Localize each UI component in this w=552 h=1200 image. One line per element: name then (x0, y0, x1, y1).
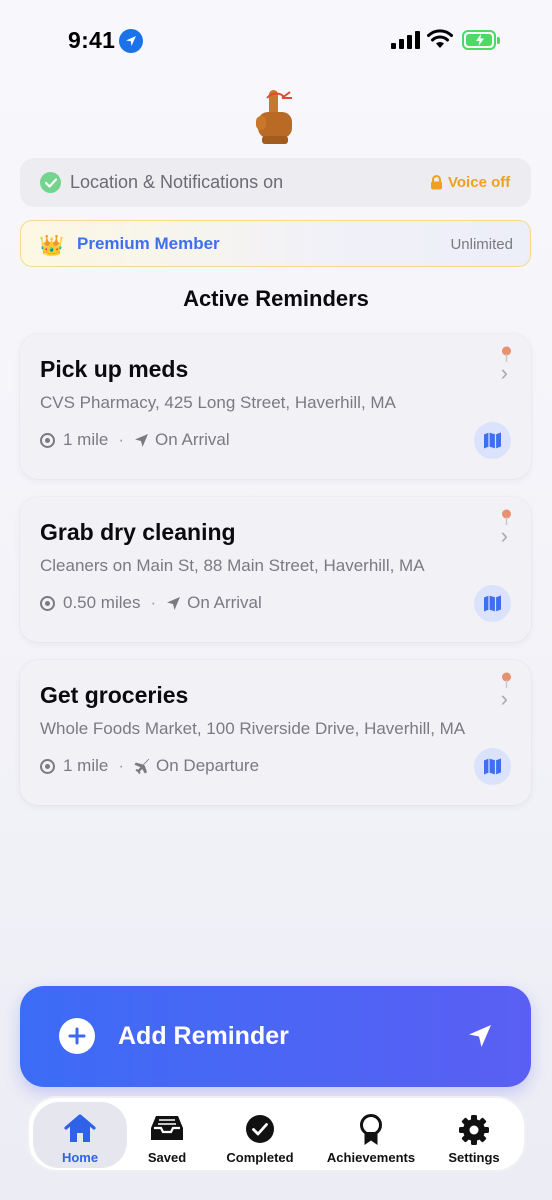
tab-home[interactable]: Home (33, 1102, 127, 1168)
check-circle-icon (40, 172, 61, 193)
add-reminder-label: Add Reminder (118, 1022, 289, 1050)
map-icon (484, 758, 501, 775)
plus-icon (59, 1018, 95, 1054)
reminder-card[interactable]: Pick up meds CVS Pharmacy, 425 Long Stre… (20, 334, 531, 479)
reminder-card[interactable]: Get groceries Whole Foods Market, 100 Ri… (20, 660, 531, 805)
crossed-finger-with-string-icon (256, 90, 292, 144)
separator-dot: · (118, 430, 125, 449)
open-map-button[interactable] (474, 748, 511, 785)
reminder-distance: 0.50 miles (63, 593, 141, 612)
gear-icon (459, 1115, 489, 1145)
reminder-trigger: On Departure (156, 756, 260, 775)
reminder-trigger: On Arrival (187, 593, 262, 612)
tab-completed[interactable]: Completed (215, 1102, 305, 1168)
permissions-status-text: Location & Notifications on (70, 172, 284, 192)
reminder-address: Cleaners on Main St, 88 Main Street, Hav… (40, 556, 425, 575)
lock-icon (431, 175, 442, 190)
tab-label: Saved (147, 1150, 187, 1165)
arrival-arrow-icon (135, 433, 149, 447)
tab-label: Home (61, 1150, 99, 1165)
reminder-meta: 1 mile · On Arrival (40, 430, 230, 450)
reminder-title: Pick up meds (40, 356, 189, 382)
radius-icon (40, 758, 55, 774)
map-icon (484, 432, 501, 449)
plan-badge: Unlimited (450, 236, 513, 253)
home-icon (64, 1114, 96, 1142)
reminder-meta: 1 mile · On Departure (40, 756, 259, 776)
location-arrow-icon (119, 29, 143, 53)
reminder-meta: 0.50 miles · On Arrival (40, 593, 262, 613)
chevron-right-icon[interactable]: › (501, 686, 508, 712)
premium-member-card[interactable]: 👑 Premium Member Unlimited (20, 220, 531, 267)
open-map-button[interactable] (474, 422, 511, 459)
reminder-trigger: On Arrival (155, 430, 230, 449)
permissions-status-card: Location & Notifications on Voice off (20, 158, 531, 207)
map-icon (484, 595, 501, 612)
checkmark-circle-icon (246, 1115, 274, 1143)
cellular-signal-icon (391, 31, 420, 49)
section-title: Active Reminders (183, 286, 369, 311)
wifi-icon (427, 29, 453, 48)
chevron-right-icon[interactable]: › (501, 360, 508, 386)
tab-label: Achievements (326, 1150, 416, 1165)
status-time: 9:41 (68, 27, 116, 53)
tray-icon (151, 1116, 183, 1140)
reminder-distance: 1 mile (63, 430, 109, 449)
add-reminder-button[interactable]: Add Reminder (20, 986, 531, 1087)
reminder-address: CVS Pharmacy, 425 Long Street, Haverhill… (40, 393, 396, 412)
battery-charging-icon (462, 30, 500, 50)
reminder-title: Get groceries (40, 682, 189, 708)
reminder-title: Grab dry cleaning (40, 519, 236, 545)
departure-plane-icon (134, 758, 150, 774)
crown-icon: 👑 (39, 235, 64, 257)
tab-settings[interactable]: Settings (437, 1102, 511, 1168)
premium-member-label: Premium Member (77, 234, 220, 253)
radius-icon (40, 432, 55, 448)
open-map-button[interactable] (474, 585, 511, 622)
reminder-card[interactable]: Grab dry cleaning Cleaners on Main St, 8… (20, 497, 531, 642)
status-bar: 9:41 (0, 0, 552, 82)
separator-dot: · (150, 593, 157, 612)
chevron-right-icon[interactable]: › (501, 523, 508, 549)
tab-label: Completed (226, 1150, 294, 1165)
tab-label: Settings (448, 1150, 500, 1165)
tab-saved[interactable]: Saved (129, 1102, 205, 1168)
tab-bar: Home Saved Completed Achievements Settin… (27, 1096, 526, 1172)
location-arrow-icon (469, 1025, 491, 1047)
reminder-distance: 1 mile (63, 756, 109, 775)
reminder-address: Whole Foods Market, 100 Riverside Drive,… (40, 719, 466, 738)
ribbon-icon (360, 1114, 382, 1145)
arrival-arrow-icon (167, 596, 181, 610)
voice-toggle[interactable]: Voice off (448, 174, 510, 191)
tab-achievements[interactable]: Achievements (321, 1102, 421, 1168)
separator-dot: · (118, 756, 125, 775)
radius-icon (40, 595, 55, 611)
